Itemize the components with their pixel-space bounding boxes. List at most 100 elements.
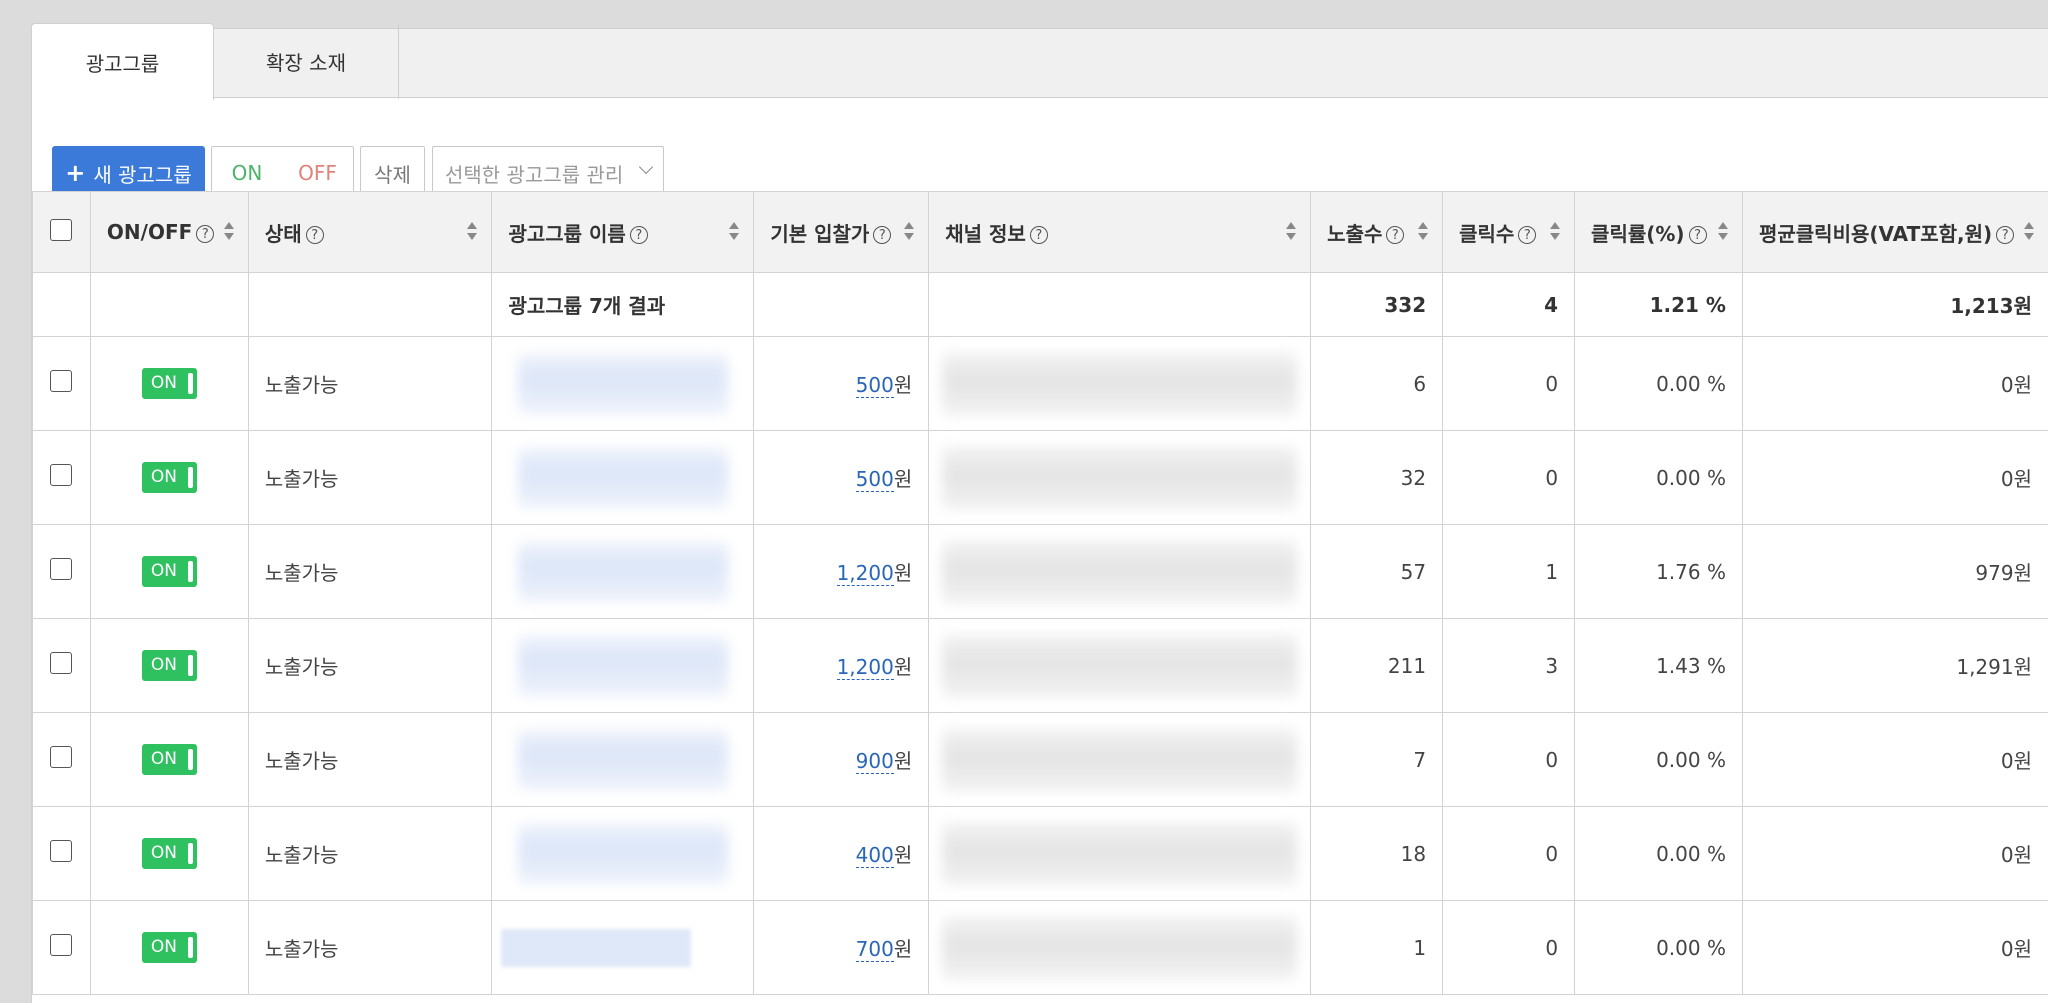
summary-clicks: 4 [1442,272,1576,337]
tab-extension-assets[interactable]: 확장 소재 [214,23,399,99]
bid-link[interactable]: 900 [855,749,894,774]
help-icon[interactable]: ? [1688,226,1707,244]
onoff-toggle[interactable]: ON [141,556,197,587]
row-clicks: 0 [1442,336,1576,431]
column-label: 클릭수 [1459,221,1515,246]
row-clicks: 0 [1442,806,1576,901]
select-all-checkbox[interactable] [50,218,73,241]
column-label: 클릭률(%) [1591,221,1685,246]
help-icon[interactable]: ? [1518,226,1537,244]
row-status: 노출가능 [247,430,493,525]
onoff-toggle[interactable]: ON [141,838,197,869]
row-ctr: 0.00 % [1574,336,1743,431]
sort-icon[interactable] [729,222,740,242]
toggle-knob [187,749,193,770]
row-select-cell [32,524,91,619]
row-clicks: 1 [1442,524,1576,619]
onoff-toggle[interactable]: ON [141,650,197,681]
onoff-toggle[interactable]: ON [141,462,197,493]
row-checkbox[interactable] [50,934,73,956]
help-icon[interactable]: ? [1029,226,1048,244]
row-name-cell[interactable] [491,900,755,995]
row-cpc: 1,291원 [1741,618,2048,713]
row-name-cell[interactable] [491,618,755,713]
chevron-down-icon [638,159,654,175]
column-header-onoff[interactable]: ON/OFF? [89,191,249,273]
row-clicks: 0 [1442,712,1576,807]
onoff-toggle[interactable]: ON [141,368,197,399]
help-icon[interactable]: ? [873,226,892,244]
help-icon[interactable]: ? [629,226,648,244]
onoff-toggle[interactable]: ON [141,744,197,775]
row-name-cell[interactable] [491,336,755,431]
row-checkbox[interactable] [50,464,73,486]
row-checkbox[interactable] [50,746,73,768]
bid-unit: 원 [893,655,913,679]
redacted-channel-info [942,633,1298,698]
row-status: 노출가능 [247,618,493,713]
toggle-label: ON [150,749,177,769]
column-header-status[interactable]: 상태? [247,191,493,273]
column-header-channel[interactable]: 채널 정보? [928,191,1312,273]
column-header-bid[interactable]: 기본 입찰가? [753,191,930,273]
redacted-channel-info [942,445,1298,510]
row-select-cell [32,712,91,807]
bid-link[interactable]: 500 [855,467,894,492]
row-clicks: 0 [1442,900,1576,995]
onoff-toggle[interactable]: ON [141,932,197,963]
row-onoff-cell: ON [89,524,249,619]
row-checkbox[interactable] [50,652,73,674]
row-clicks: 0 [1442,430,1576,525]
column-header-ctr[interactable]: 클릭률(%)? [1574,191,1743,273]
row-impressions: 18 [1310,806,1444,901]
bid-link[interactable]: 400 [855,843,894,868]
row-status: 노출가능 [247,336,493,431]
tab-bar: 광고그룹 확장 소재 [31,23,2048,100]
row-checkbox[interactable] [50,370,73,392]
table-row: ON 노출가능 900원 7 0 0.00 % 0원 [32,712,2048,807]
sort-icon[interactable] [467,222,478,242]
row-checkbox[interactable] [50,840,73,862]
row-name-cell[interactable] [491,430,755,525]
bid-link[interactable]: 700 [855,937,894,962]
summary-cell-empty [928,272,1312,337]
column-header-cpc[interactable]: 평균클릭비용(VAT포함,원)? [1741,191,2048,273]
sort-icon[interactable] [2024,222,2034,242]
table-row: ON 노출가능 500원 6 0 0.00 % 0원 [32,336,2048,431]
bid-link[interactable]: 1,200 [836,561,894,586]
row-onoff-cell: ON [89,806,249,901]
column-header-impressions[interactable]: 노출수? [1310,191,1444,273]
bid-link[interactable]: 500 [855,373,894,398]
help-icon[interactable]: ? [1996,226,2015,244]
row-checkbox[interactable] [50,558,73,580]
row-channel-cell [928,806,1312,901]
table-header-row: ON/OFF? 상태? 광고그룹 이름? 기본 입찰가? 채널 정보? 노출수?… [32,191,2048,273]
sort-icon[interactable] [1286,222,1297,242]
table-row: ON 노출가능 1,200원 211 3 1.43 % 1,291원 [32,618,2048,713]
help-icon[interactable]: ? [305,226,324,244]
sort-icon[interactable] [1418,222,1429,242]
bid-link[interactable]: 1,200 [836,655,894,680]
row-cpc: 0원 [1741,430,2048,525]
help-icon[interactable]: ? [1386,226,1405,244]
row-name-cell[interactable] [491,524,755,619]
row-impressions: 7 [1310,712,1444,807]
column-label: 노출수 [1327,221,1383,246]
column-header-clicks[interactable]: 클릭수? [1442,191,1576,273]
row-name-cell[interactable] [491,806,755,901]
row-name-cell[interactable] [491,712,755,807]
sort-icon[interactable] [1550,222,1561,242]
row-onoff-cell: ON [89,336,249,431]
sort-icon[interactable] [904,222,915,242]
bid-unit: 원 [893,749,913,773]
summary-cell-empty [89,272,249,337]
sort-icon[interactable] [1717,222,1728,242]
help-icon[interactable]: ? [196,224,215,243]
sort-icon[interactable] [223,222,234,242]
summary-ctr: 1.21 % [1574,272,1743,337]
row-status: 노출가능 [247,806,493,901]
row-select-cell [32,336,91,431]
summary-cell-empty [247,272,493,337]
column-header-name[interactable]: 광고그룹 이름? [491,191,755,273]
tab-ad-groups[interactable]: 광고그룹 [31,23,214,100]
